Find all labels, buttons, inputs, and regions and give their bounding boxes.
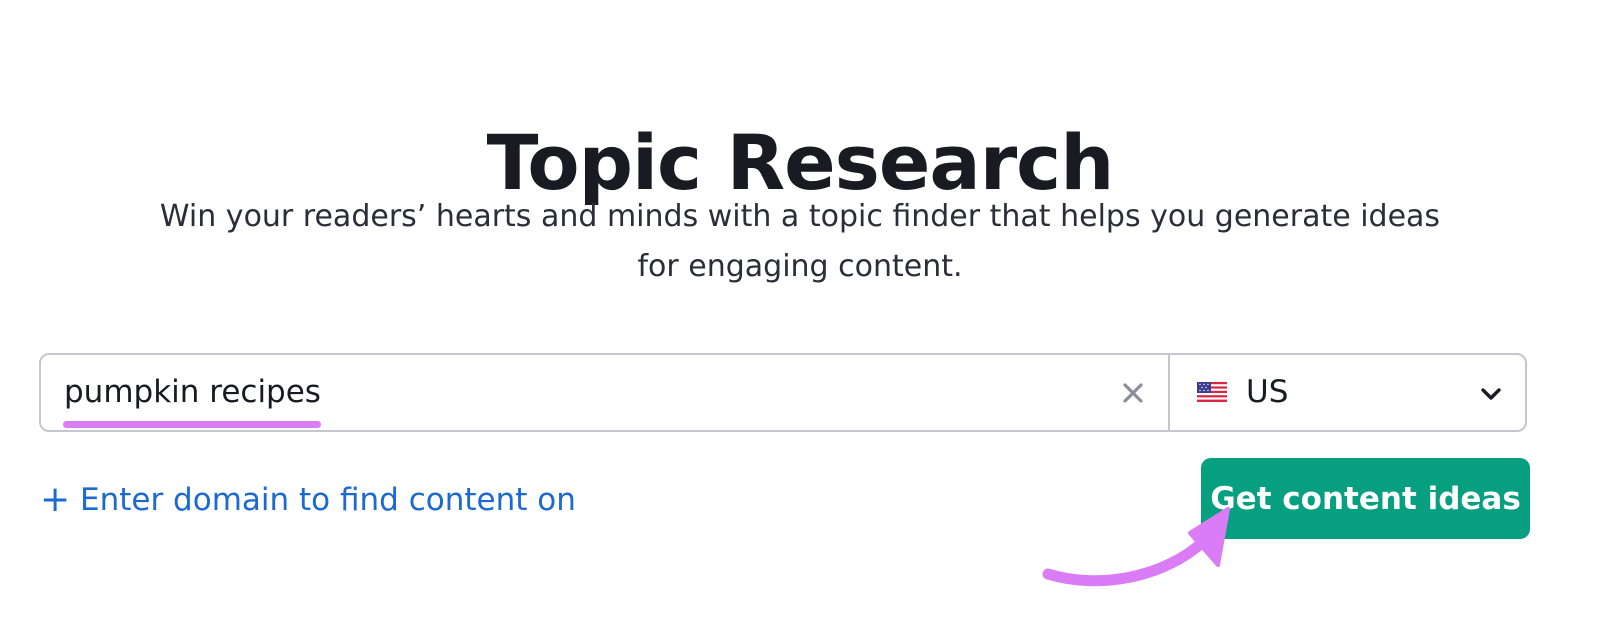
page-subtitle: Win your readers’ hearts and minds with … [120,192,1480,292]
us-flag-icon [1197,382,1227,402]
topic-search-input[interactable]: pumpkin recipes [64,369,321,415]
highlight-underline [63,421,321,428]
enter-domain-link-label: Enter domain to find content on [80,482,576,518]
subtitle-line-1: Win your readers’ hearts and minds with … [159,199,1441,234]
plus-icon: + [40,479,71,520]
get-content-ideas-button[interactable]: Get content ideas [1201,458,1530,539]
topic-search-bar: pumpkin recipes US [39,353,1527,432]
curved-arrow-icon [1042,507,1230,587]
subtitle-line-2: for engaging content. [637,249,963,284]
clear-search-button[interactable] [1119,379,1147,407]
chevron-down-icon [1481,388,1501,400]
close-icon [1123,383,1143,403]
country-select[interactable]: US [1170,355,1525,430]
country-select-value: US [1246,374,1289,410]
enter-domain-link[interactable]: + Enter domain to find content on [40,475,576,525]
